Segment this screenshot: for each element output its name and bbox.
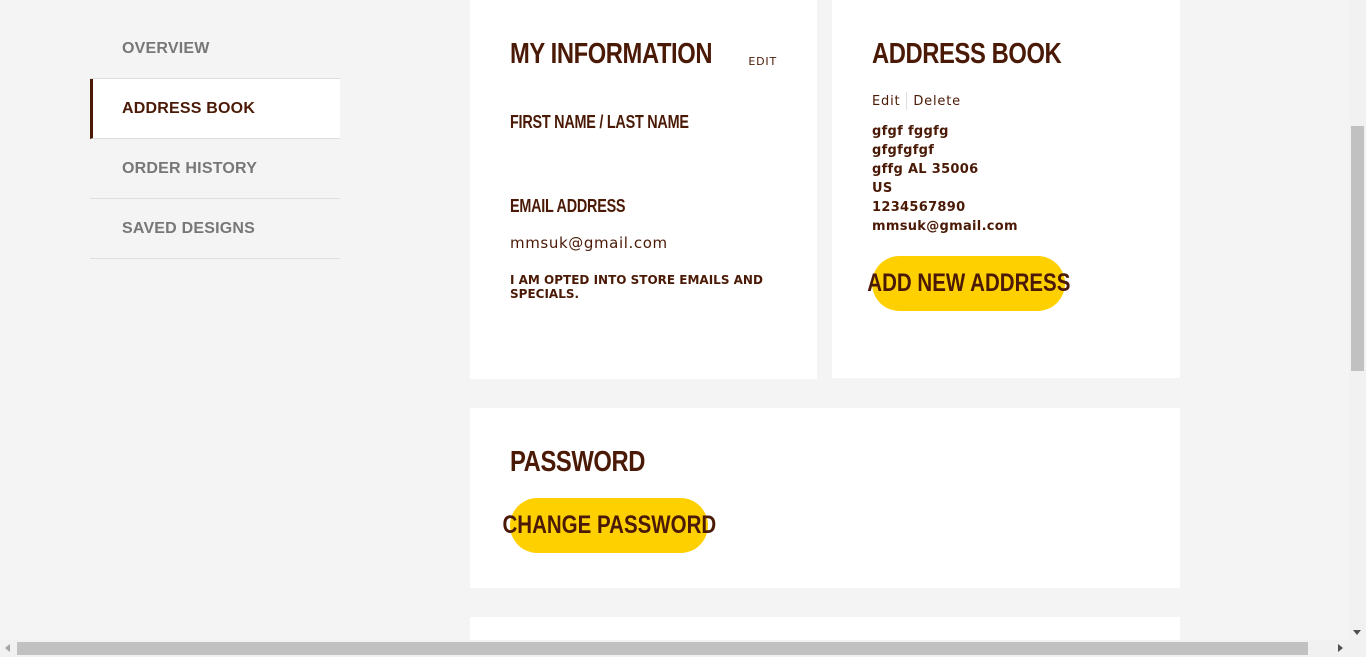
add-new-address-label: ADD NEW ADDRESS: [866, 269, 1071, 297]
account-sidebar: OVERVIEW ADDRESS BOOK ORDER HISTORY SAVE…: [90, 19, 340, 259]
address-line: gfgf fggfg: [872, 124, 949, 139]
my-information-card: MY INFORMATION EDIT FIRST NAME / LAST NA…: [470, 0, 817, 379]
scroll-left-arrow-icon[interactable]: [5, 644, 10, 652]
address-line: US: [872, 181, 893, 196]
address-line: gfgfgfgf: [872, 143, 935, 158]
sidebar-item-address-book[interactable]: ADDRESS BOOK: [90, 79, 340, 139]
password-heading: PASSWORD: [510, 446, 646, 478]
address-delete-link[interactable]: Delete: [913, 94, 961, 109]
address-actions: Edit Delete: [872, 92, 961, 110]
sidebar-item-order-history[interactable]: ORDER HISTORY: [90, 139, 340, 199]
address-line: gffg AL 35006: [872, 162, 979, 177]
email-optin-text: I AM OPTED INTO STORE EMAILS AND SPECIAL…: [510, 273, 763, 301]
password-card: PASSWORD CHANGE PASSWORD: [470, 408, 1180, 588]
address-details: gfgf fggfg gfgfgfgf gffg AL 35006 US 123…: [872, 122, 1018, 236]
vertical-scroll-thumb[interactable]: [1351, 126, 1364, 371]
my-information-heading: MY INFORMATION: [510, 38, 713, 70]
horizontal-scroll-thumb[interactable]: [17, 642, 1308, 655]
address-line: mmsuk@gmail.com: [872, 219, 1018, 234]
scroll-right-arrow-icon[interactable]: [1338, 644, 1343, 652]
email-label: EMAIL ADDRESS: [510, 196, 626, 216]
sidebar-item-overview[interactable]: OVERVIEW: [90, 19, 340, 79]
add-new-address-button[interactable]: ADD NEW ADDRESS: [867, 256, 1070, 311]
action-divider: [906, 92, 908, 110]
change-password-label: CHANGE PASSWORD: [502, 511, 716, 539]
edit-info-link[interactable]: EDIT: [748, 55, 777, 68]
sidebar-item-saved-designs[interactable]: SAVED DESIGNS: [90, 199, 340, 259]
vertical-scrollbar[interactable]: [1349, 0, 1366, 640]
scroll-down-arrow-icon[interactable]: [1353, 630, 1361, 635]
change-password-button[interactable]: CHANGE PASSWORD: [502, 498, 716, 553]
address-line: 1234567890: [872, 200, 966, 215]
address-book-card: ADDRESS BOOK Edit Delete gfgf fggfg gfgf…: [832, 0, 1180, 378]
address-book-heading: ADDRESS BOOK: [872, 38, 1062, 70]
email-value: mmsuk@gmail.com: [510, 234, 668, 252]
horizontal-scrollbar[interactable]: [0, 640, 1366, 657]
name-label: FIRST NAME / LAST NAME: [510, 112, 689, 132]
address-edit-link[interactable]: Edit: [872, 94, 900, 109]
